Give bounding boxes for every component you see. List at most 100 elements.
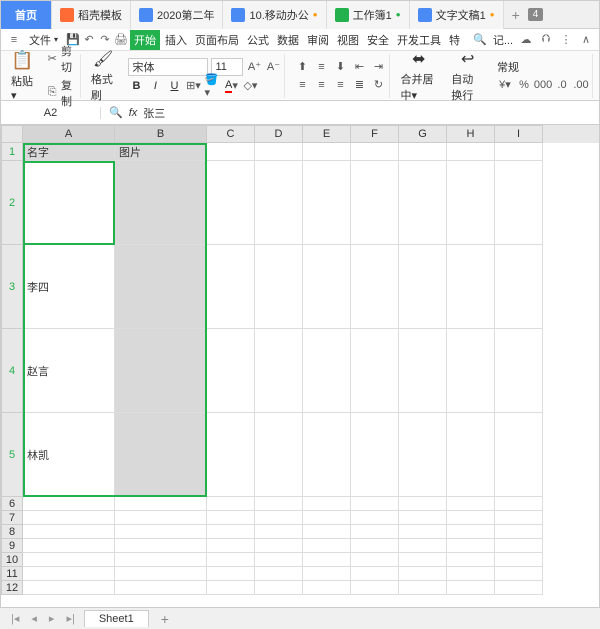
cell[interactable] xyxy=(23,553,115,567)
select-all[interactable] xyxy=(1,125,23,143)
cell[interactable] xyxy=(23,525,115,539)
cloud-icon[interactable]: ☁ xyxy=(519,33,533,47)
tab-docer[interactable]: 稻壳模板 xyxy=(52,1,131,29)
cell[interactable] xyxy=(115,497,207,511)
cell[interactable] xyxy=(207,161,255,245)
menu-formula[interactable]: 公式 xyxy=(244,32,272,48)
cell[interactable]: 林凯 xyxy=(23,413,115,497)
menu-review[interactable]: 审阅 xyxy=(304,32,332,48)
cut-label[interactable]: 剪切 xyxy=(61,43,77,75)
cell[interactable] xyxy=(255,553,303,567)
align-left-icon[interactable]: ≡ xyxy=(294,77,310,93)
tab-doc2[interactable]: 2020第二年 xyxy=(131,1,223,29)
cell[interactable]: 图片 xyxy=(115,143,207,161)
cell[interactable] xyxy=(207,329,255,413)
cell[interactable] xyxy=(495,567,543,581)
row-header[interactable]: 4 xyxy=(1,329,23,413)
cell[interactable] xyxy=(207,143,255,161)
cell[interactable] xyxy=(255,581,303,595)
cell[interactable] xyxy=(399,161,447,245)
cell[interactable] xyxy=(447,245,495,329)
cell[interactable] xyxy=(303,497,351,511)
share-icon[interactable]: ⮉ xyxy=(539,33,553,47)
font-select[interactable] xyxy=(128,58,208,76)
menu-data[interactable]: 数据 xyxy=(274,32,302,48)
cell[interactable] xyxy=(447,497,495,511)
cell[interactable] xyxy=(351,143,399,161)
row-header[interactable]: 6 xyxy=(1,497,23,511)
cell[interactable] xyxy=(399,245,447,329)
zoom-icon[interactable]: 🔍 xyxy=(109,106,123,119)
cell[interactable] xyxy=(207,525,255,539)
cell[interactable] xyxy=(399,329,447,413)
tab-doc3[interactable]: 10.移动办公● xyxy=(223,1,326,29)
dec-inc-icon[interactable]: .0 xyxy=(554,77,570,93)
cell[interactable] xyxy=(351,553,399,567)
copy-label[interactable]: 复制 xyxy=(61,77,77,109)
col-header[interactable]: E xyxy=(303,125,351,143)
up-icon[interactable]: ∧ xyxy=(579,33,593,47)
cell[interactable] xyxy=(495,511,543,525)
row-header[interactable]: 9 xyxy=(1,539,23,553)
undo-icon[interactable]: ↶ xyxy=(82,33,96,47)
cell[interactable] xyxy=(399,581,447,595)
copy-icon[interactable]: ⎘ xyxy=(46,85,58,101)
row-header[interactable]: 5 xyxy=(1,413,23,497)
cell[interactable] xyxy=(23,511,115,525)
sheet-first-icon[interactable]: |◂ xyxy=(8,612,22,625)
cell[interactable] xyxy=(255,329,303,413)
col-header[interactable]: D xyxy=(255,125,303,143)
cell[interactable] xyxy=(447,581,495,595)
cell[interactable] xyxy=(351,245,399,329)
cell[interactable] xyxy=(447,413,495,497)
diamond-icon[interactable]: ◇▾ xyxy=(242,78,258,94)
cell[interactable] xyxy=(303,581,351,595)
italic-icon[interactable]: I xyxy=(147,78,163,94)
cell[interactable] xyxy=(255,497,303,511)
row-header[interactable]: 11 xyxy=(1,567,23,581)
cell[interactable] xyxy=(23,567,115,581)
cell[interactable] xyxy=(399,497,447,511)
tab-doc5[interactable]: 文字文稿1● xyxy=(410,1,504,29)
format-painter[interactable]: 🖌格式刷 xyxy=(87,54,120,98)
align-mid-icon[interactable]: ≡ xyxy=(313,59,329,75)
cell[interactable] xyxy=(399,143,447,161)
cell[interactable] xyxy=(303,539,351,553)
orient-icon[interactable]: ↻ xyxy=(370,77,386,93)
bold-icon[interactable]: B xyxy=(128,78,144,94)
more-icon[interactable]: ⋮ xyxy=(559,33,573,47)
sheet-prev-icon[interactable]: ◂ xyxy=(28,612,40,625)
cell[interactable] xyxy=(115,245,207,329)
cell[interactable] xyxy=(255,567,303,581)
indent-dec-icon[interactable]: ⇤ xyxy=(351,59,367,75)
col-header[interactable]: G xyxy=(399,125,447,143)
print-icon[interactable]: 🖨 xyxy=(114,33,128,47)
menu-layout[interactable]: 页面布局 xyxy=(192,32,242,48)
align-center-icon[interactable]: ≡ xyxy=(313,77,329,93)
percent-icon[interactable]: % xyxy=(516,77,532,93)
row-header[interactable]: 3 xyxy=(1,245,23,329)
cell[interactable] xyxy=(399,553,447,567)
cell[interactable] xyxy=(351,539,399,553)
cell[interactable] xyxy=(207,581,255,595)
cell[interactable] xyxy=(303,525,351,539)
menu-start[interactable]: 开始 xyxy=(130,30,160,50)
menu-view[interactable]: 视图 xyxy=(334,32,362,48)
cell[interactable] xyxy=(351,161,399,245)
cell[interactable] xyxy=(351,567,399,581)
cell[interactable] xyxy=(399,511,447,525)
row-header[interactable]: 8 xyxy=(1,525,23,539)
align-right-icon[interactable]: ≡ xyxy=(332,77,348,93)
cell[interactable] xyxy=(447,511,495,525)
col-header[interactable]: C xyxy=(207,125,255,143)
cell[interactable] xyxy=(207,553,255,567)
sheet-add[interactable]: + xyxy=(155,611,175,627)
cell[interactable] xyxy=(115,525,207,539)
tab-sheet[interactable]: 工作簿1● xyxy=(327,1,410,29)
row-header[interactable]: 12 xyxy=(1,581,23,595)
cell[interactable]: 名字 xyxy=(23,143,115,161)
cell[interactable] xyxy=(495,329,543,413)
cell[interactable] xyxy=(399,525,447,539)
cell[interactable] xyxy=(447,329,495,413)
cut-icon[interactable]: ✂ xyxy=(46,51,58,67)
